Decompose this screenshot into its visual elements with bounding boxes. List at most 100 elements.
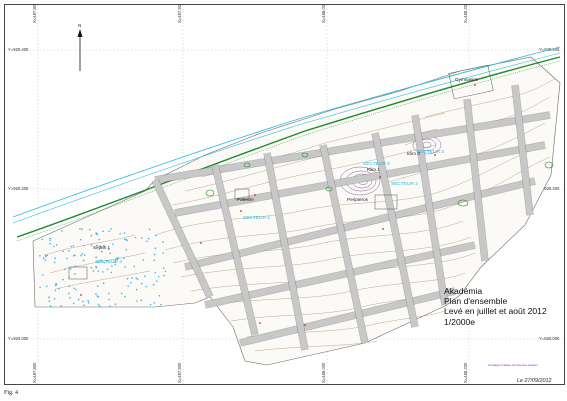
title-block: Akadémia Plan d'ensemble Levé en juillet… xyxy=(444,286,564,327)
x-label-4-bottom: X=488.200 xyxy=(463,362,468,383)
survey-point xyxy=(68,249,70,252)
plan-title: Plan d'ensemble xyxy=(444,296,508,307)
survey-point xyxy=(154,271,156,274)
survey-point xyxy=(114,303,117,306)
survey-point xyxy=(49,305,52,308)
survey-point xyxy=(96,285,99,287)
survey-point xyxy=(136,278,139,281)
survey-point xyxy=(44,254,47,256)
survey-point xyxy=(102,282,105,285)
survey-point xyxy=(74,254,76,256)
survey-point xyxy=(153,259,155,262)
survey-point xyxy=(39,255,41,257)
survey-point xyxy=(133,265,135,268)
survey-point xyxy=(97,303,100,306)
survey-point xyxy=(157,275,160,278)
survey-point xyxy=(83,244,85,247)
survey-point xyxy=(148,228,151,231)
survey-point xyxy=(64,268,66,271)
survey-point xyxy=(49,237,52,240)
survey-point xyxy=(54,289,57,292)
survey-point xyxy=(117,256,120,259)
survey-point xyxy=(77,298,80,301)
survey-point xyxy=(79,227,81,230)
survey-point xyxy=(80,254,82,257)
sector-label-3: SECTEUR 3 xyxy=(417,149,444,155)
survey-point xyxy=(140,299,143,302)
survey-point xyxy=(110,271,113,274)
survey-point xyxy=(48,296,50,299)
survey-date: Levé en juillet et août 2012 xyxy=(444,306,547,317)
survey-point xyxy=(44,255,47,258)
survey-point xyxy=(130,282,132,284)
survey-point xyxy=(42,274,44,276)
survey-point xyxy=(126,278,129,280)
survey-point xyxy=(54,257,56,259)
survey-point xyxy=(42,257,45,259)
survey-point xyxy=(140,282,143,285)
survey-point xyxy=(95,233,98,235)
survey-point xyxy=(83,254,86,256)
x-label-2-bottom: X=487.900 xyxy=(177,362,182,383)
survey-point xyxy=(68,276,70,279)
survey-point xyxy=(46,254,49,257)
survey-point xyxy=(147,237,150,240)
label-palestre: Palestre xyxy=(237,197,254,202)
survey-point xyxy=(88,228,91,231)
survey-point xyxy=(109,252,111,255)
survey-point xyxy=(46,285,48,288)
survey-point xyxy=(81,228,83,230)
survey-point xyxy=(108,298,110,301)
survey-point xyxy=(53,261,56,264)
sector-label-4: SECTEUR 4 xyxy=(95,259,122,265)
survey-point xyxy=(58,288,60,290)
survey-point xyxy=(97,270,100,273)
y-label-1: Y=920.400 xyxy=(8,47,29,52)
survey-point xyxy=(98,238,100,241)
x-label-3-bottom: X=488.000 xyxy=(321,362,326,383)
survey-point xyxy=(90,234,93,237)
survey-point xyxy=(124,295,126,298)
survey-point xyxy=(153,253,156,256)
survey-point xyxy=(96,295,99,297)
survey-point xyxy=(66,257,68,260)
survey-point xyxy=(90,267,93,269)
survey-point xyxy=(145,285,148,288)
survey-point xyxy=(55,244,58,246)
sector-label-2: SECTEUR 2 xyxy=(391,181,418,187)
map-frame: X=487.800 X=487.900 X=488.000 X=488.200 … xyxy=(4,4,565,385)
survey-point xyxy=(79,238,82,241)
survey-point xyxy=(119,233,121,235)
legend-note: Sondages réalisés par diverses équipes xyxy=(488,363,538,367)
y-label-3-right: Y=920.000 xyxy=(539,336,560,341)
survey-point xyxy=(162,252,164,254)
survey-point xyxy=(95,265,97,268)
label-klim1: Klim 1 xyxy=(367,167,380,172)
survey-point xyxy=(135,277,137,280)
survey-point xyxy=(69,268,72,270)
survey-point xyxy=(162,267,165,270)
survey-point xyxy=(154,247,157,249)
survey-point xyxy=(162,241,164,243)
survey-point xyxy=(102,271,104,273)
survey-point xyxy=(141,237,143,239)
survey-point xyxy=(108,230,110,232)
site-plan-map[interactable]: X=487.800 X=487.900 X=488.000 X=488.200 … xyxy=(5,5,565,385)
survey-point xyxy=(70,245,72,248)
label-sepuh: Sepuh 1 xyxy=(93,245,111,250)
survey-point xyxy=(108,292,110,295)
survey-point xyxy=(72,245,75,247)
survey-point xyxy=(48,300,51,302)
north-arrow-icon: N xyxy=(77,23,83,71)
survey-point xyxy=(68,292,70,295)
drawing-date: Le 27/09/2012 xyxy=(517,378,552,384)
survey-point xyxy=(111,265,113,267)
survey-point xyxy=(109,305,111,308)
survey-point xyxy=(72,302,75,305)
survey-point xyxy=(144,275,146,277)
x-label-2: X=487.900 xyxy=(177,5,182,23)
survey-point xyxy=(135,288,138,291)
survey-point xyxy=(98,305,101,308)
survey-point xyxy=(101,250,103,253)
survey-point xyxy=(136,300,138,302)
